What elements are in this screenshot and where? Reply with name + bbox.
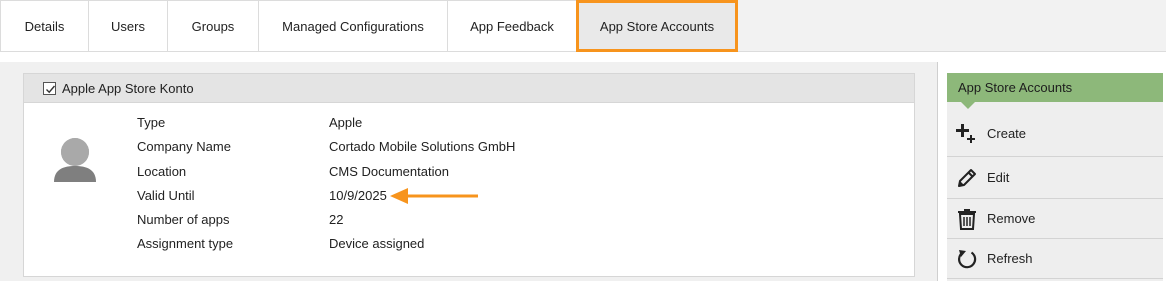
action-panel-header: App Store Accounts bbox=[947, 73, 1163, 109]
property-label: Company Name bbox=[137, 139, 231, 154]
tab-bar: Details Users Groups Managed Configurati… bbox=[0, 0, 1166, 52]
create-label: Create bbox=[987, 126, 1027, 141]
tab-app-store-accounts[interactable]: App Store Accounts bbox=[576, 0, 738, 52]
trash-icon bbox=[956, 208, 978, 230]
pencil-icon bbox=[956, 167, 978, 189]
remove-button[interactable]: Remove bbox=[947, 199, 1163, 239]
property-value: Device assigned bbox=[329, 236, 425, 251]
account-checkbox[interactable] bbox=[43, 81, 56, 95]
remove-label: Remove bbox=[987, 211, 1036, 226]
account-card-header: Apple App Store Konto bbox=[24, 74, 914, 103]
property-label: Location bbox=[137, 164, 187, 179]
create-button[interactable]: Create bbox=[947, 111, 1163, 157]
refresh-label: Refresh bbox=[987, 251, 1033, 266]
edit-label: Edit bbox=[987, 170, 1010, 185]
tab-details[interactable]: Details bbox=[0, 0, 89, 51]
plus-icon bbox=[956, 123, 978, 145]
property-value: 22 bbox=[329, 212, 344, 227]
property-value: 10/9/2025 bbox=[329, 188, 387, 203]
property-label: Assignment type bbox=[137, 236, 234, 251]
property-value: Apple bbox=[329, 115, 363, 130]
account-card[interactable]: Apple App Store Konto Type Apple Company… bbox=[23, 73, 915, 277]
user-avatar-icon bbox=[52, 136, 98, 184]
checkmark-icon bbox=[46, 85, 56, 93]
property-label: Number of apps bbox=[137, 212, 230, 227]
property-value: Cortado Mobile Solutions GmbH bbox=[329, 139, 516, 154]
property-label: Type bbox=[137, 115, 166, 130]
refresh-button[interactable]: Refresh bbox=[947, 239, 1163, 279]
property-value: CMS Documentation bbox=[329, 164, 449, 179]
tab-users[interactable]: Users bbox=[88, 0, 168, 51]
action-panel: App Store Accounts Create Edit Remove Re… bbox=[947, 73, 1163, 281]
tab-app-feedback[interactable]: App Feedback bbox=[447, 0, 577, 51]
property-label: Valid Until bbox=[137, 188, 195, 203]
tab-managed-configurations[interactable]: Managed Configurations bbox=[258, 0, 448, 51]
orange-arrow-icon bbox=[390, 188, 478, 204]
edit-button[interactable]: Edit bbox=[947, 157, 1163, 199]
refresh-icon bbox=[956, 248, 978, 270]
tab-groups[interactable]: Groups bbox=[167, 0, 259, 51]
panel-divider bbox=[937, 62, 938, 281]
account-title: Apple App Store Konto bbox=[62, 80, 194, 96]
